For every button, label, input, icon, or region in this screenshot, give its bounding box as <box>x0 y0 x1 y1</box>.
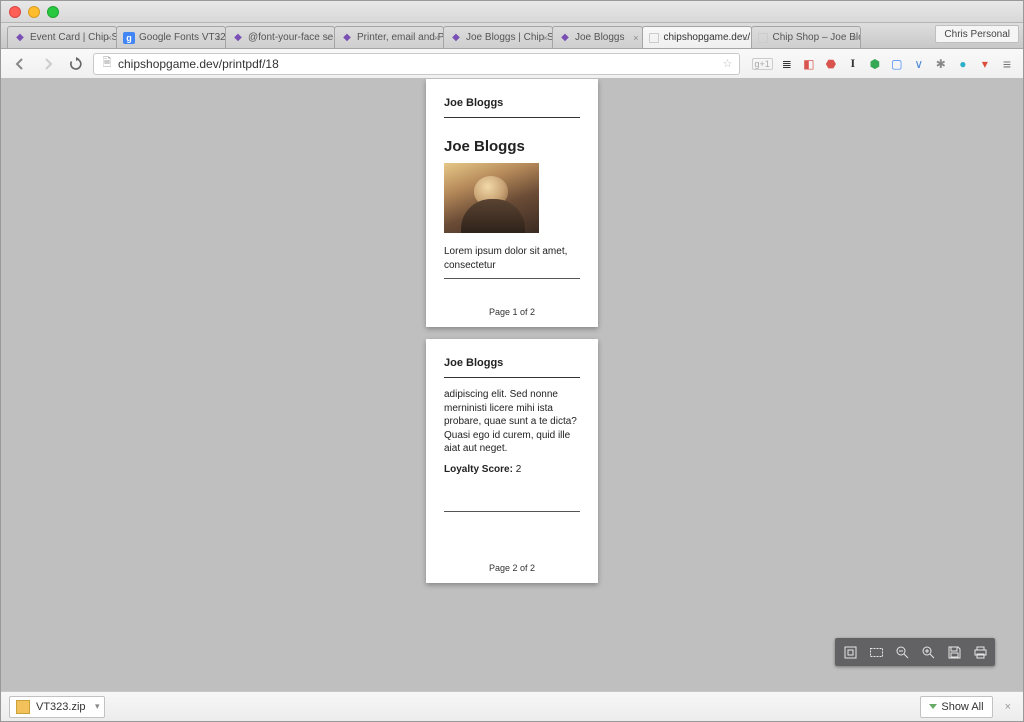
zoom-in-button[interactable] <box>916 641 940 663</box>
divider <box>444 278 580 279</box>
minimize-window-button[interactable] <box>28 6 40 18</box>
forward-button[interactable] <box>37 53 59 75</box>
extension-icon[interactable]: ⬢ <box>867 56 883 72</box>
chrome-menu-button[interactable]: ≡ <box>999 56 1015 72</box>
favicon-icon <box>758 33 768 43</box>
portrait-image <box>444 163 539 233</box>
tab-joe-bloggs-chip[interactable]: ◆ Joe Bloggs | Chip Sh… × <box>443 26 553 48</box>
tab-close-icon[interactable]: × <box>742 33 747 43</box>
toolbar: 🗎 ☆ g+1 ≣ ◧ ⬣ I ⬢ ▢ ∨ ✱ ● ▾ ≡ <box>1 49 1023 79</box>
tab-label: Joe Bloggs <box>575 32 624 43</box>
download-item[interactable]: VT323.zip ▾ <box>9 696 105 718</box>
url-input[interactable] <box>118 57 719 71</box>
gplus-extension-icon[interactable]: g+1 <box>752 58 773 70</box>
tab-close-icon[interactable]: × <box>434 33 439 43</box>
divider <box>444 377 580 378</box>
tab-label: Chip Shop – Joe Blo… <box>772 32 861 43</box>
tab-label: Printer, email and PD… <box>357 32 444 43</box>
print-button[interactable] <box>968 641 992 663</box>
tab-chip-shop[interactable]: Chip Shop – Joe Blo… × <box>751 26 861 48</box>
buffer-extension-icon[interactable]: ≣ <box>779 56 795 72</box>
close-downloads-bar-button[interactable]: × <box>1001 701 1015 713</box>
show-all-downloads-button[interactable]: Show All <box>920 696 992 718</box>
save-button[interactable] <box>942 641 966 663</box>
divider <box>444 117 580 118</box>
tab-label: Google Fonts VT323 <box>139 32 226 43</box>
tab-printer-email[interactable]: ◆ Printer, email and PD… × <box>334 26 444 48</box>
pdf-page-2: Joe Bloggs adipiscing elit. Sed nonne me… <box>426 339 598 583</box>
favicon-icon <box>649 33 659 43</box>
favicon-icon: ◆ <box>450 32 462 44</box>
extension-icon[interactable]: ◧ <box>801 56 817 72</box>
address-bar[interactable]: 🗎 ☆ <box>93 53 740 75</box>
zip-file-icon <box>16 700 30 714</box>
tab-google-fonts[interactable]: g Google Fonts VT323 × <box>116 26 226 48</box>
loyalty-value: 2 <box>516 464 522 475</box>
tab-close-icon[interactable]: × <box>633 33 638 43</box>
window-titlebar <box>1 1 1023 23</box>
page-title: Joe Bloggs <box>444 138 580 155</box>
pocket-extension-icon[interactable]: ▾ <box>977 56 993 72</box>
download-filename: VT323.zip <box>36 701 86 713</box>
zoom-out-button[interactable] <box>890 641 914 663</box>
pdf-viewport[interactable]: Joe Bloggs Joe Bloggs Lorem ipsum dolor … <box>1 79 1023 691</box>
fit-page-button[interactable] <box>838 641 862 663</box>
tab-label: @font-your-face se… <box>248 32 335 43</box>
tab-label: chipshopgame.dev/… <box>663 32 752 43</box>
reload-button[interactable] <box>65 53 87 75</box>
extension-icons: g+1 ≣ ◧ ⬣ I ⬢ ▢ ∨ ✱ ● ▾ <box>746 56 993 72</box>
pdf-page-1: Joe Bloggs Joe Bloggs Lorem ipsum dolor … <box>426 79 598 327</box>
evernote-extension-icon[interactable]: ✱ <box>933 56 949 72</box>
extension-icon[interactable]: ⬣ <box>823 56 839 72</box>
downloads-bar: VT323.zip ▾ Show All × <box>1 691 1023 721</box>
tab-joe-bloggs[interactable]: ◆ Joe Bloggs × <box>552 26 643 48</box>
page-footer: Page 1 of 2 <box>444 303 580 317</box>
favicon-icon: ◆ <box>232 32 244 44</box>
body-text: adipiscing elit. Sed nonne merninisti li… <box>444 388 580 456</box>
favicon-icon: g <box>123 32 135 44</box>
tab-printpdf[interactable]: chipshopgame.dev/… × <box>642 26 752 48</box>
favicon-icon: ◆ <box>559 32 571 44</box>
download-arrow-icon <box>929 704 937 709</box>
pdf-toolbar <box>835 638 995 666</box>
loyalty-label: Loyalty Score: <box>444 464 513 475</box>
back-button[interactable] <box>9 53 31 75</box>
page-header: Joe Bloggs <box>444 97 580 109</box>
loyalty-score: Loyalty Score: 2 <box>444 464 580 475</box>
extension-icon[interactable]: ∨ <box>911 56 927 72</box>
profile-button[interactable]: Chris Personal <box>935 25 1019 43</box>
page-footer: Page 2 of 2 <box>444 559 580 573</box>
instapaper-extension-icon[interactable]: I <box>845 56 861 72</box>
profile-name: Chris Personal <box>944 29 1010 40</box>
favicon-icon: ◆ <box>341 32 353 44</box>
tab-close-icon[interactable]: × <box>851 33 856 43</box>
zoom-window-button[interactable] <box>47 6 59 18</box>
divider <box>444 511 580 512</box>
tab-close-icon[interactable]: × <box>325 33 330 43</box>
page-header: Joe Bloggs <box>444 357 580 369</box>
tab-label: Joe Bloggs | Chip Sh… <box>466 32 553 43</box>
tab-strip: ◆ Event Card | Chip Sh… × g Google Fonts… <box>1 23 1023 49</box>
page-icon: 🗎 <box>100 54 114 73</box>
tab-font-your-face[interactable]: ◆ @font-your-face se… × <box>225 26 335 48</box>
extension-icon[interactable]: ▢ <box>889 56 905 72</box>
show-all-label: Show All <box>941 701 983 713</box>
fit-width-button[interactable] <box>864 641 888 663</box>
bookmark-star-icon[interactable]: ☆ <box>723 57 733 70</box>
body-text: Lorem ipsum dolor sit amet, consectetur <box>444 245 580 272</box>
favicon-icon: ◆ <box>14 32 26 44</box>
tab-close-icon[interactable]: × <box>543 33 548 43</box>
close-window-button[interactable] <box>9 6 21 18</box>
extension-icon[interactable]: ● <box>955 56 971 72</box>
tab-label: Event Card | Chip Sh… <box>30 32 117 43</box>
tab-close-icon[interactable]: × <box>107 33 112 43</box>
tab-event-card[interactable]: ◆ Event Card | Chip Sh… × <box>7 26 117 48</box>
chevron-down-icon[interactable]: ▾ <box>95 701 100 712</box>
tab-close-icon[interactable]: × <box>216 33 221 43</box>
